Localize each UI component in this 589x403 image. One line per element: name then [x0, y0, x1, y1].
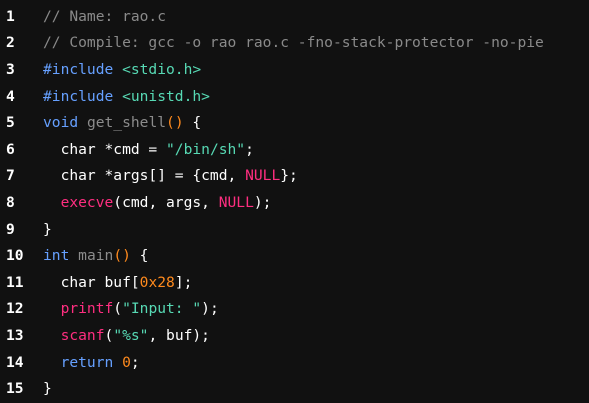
line-number: 13	[6, 326, 24, 344]
line-number: 6	[6, 140, 15, 158]
line-content: return 0;	[32, 354, 589, 371]
code-line[interactable]: 14 return 0;	[0, 349, 589, 376]
line-number: 12	[6, 300, 24, 318]
code-line[interactable]: 11 char buf[0x28];	[0, 269, 589, 296]
code-token-plain: (	[113, 300, 123, 318]
line-number: 14	[6, 353, 24, 371]
code-line[interactable]: 12 printf("Input: ");	[0, 296, 589, 323]
code-token-paren: ()	[113, 247, 131, 265]
code-token-number: 0x28	[139, 273, 175, 291]
code-token-plain: (cmd, args,	[113, 193, 219, 211]
code-token-plain: char buf[	[43, 273, 140, 291]
line-content: void get_shell() {	[32, 114, 589, 131]
code-token-plain: }	[43, 380, 52, 398]
line-content: #include <stdio.h>	[32, 61, 589, 78]
code-line[interactable]: 5 void get_shell() {	[0, 109, 589, 136]
code-line[interactable]: 7 char *args[] = {cmd, NULL};	[0, 163, 589, 190]
code-token-call: printf	[60, 300, 114, 318]
code-token-null: NULL	[218, 193, 254, 211]
code-token-plain: );	[253, 193, 272, 211]
code-token-keyword: return	[60, 353, 114, 371]
code-token-plain: , buf);	[148, 326, 210, 344]
code-line[interactable]: 15}	[0, 375, 589, 402]
line-number: 3	[6, 60, 15, 78]
code-token-string: "Input: "	[122, 300, 202, 318]
code-token-comment: // Compile: gcc -o rao rao.c -fno-stack-…	[43, 34, 544, 52]
code-token-include: <unistd.h>	[122, 87, 210, 105]
line-content: char buf[0x28];	[32, 274, 589, 291]
code-token-keyword: void	[43, 114, 79, 132]
line-content: }	[32, 380, 589, 397]
line-number: 7	[6, 167, 15, 185]
code-token-null: NULL	[245, 167, 281, 185]
code-token-plain: ];	[174, 273, 193, 291]
code-token-paren: ()	[166, 114, 184, 132]
line-content: char *args[] = {cmd, NULL};	[32, 167, 589, 184]
line-content: char *cmd = "/bin/sh";	[32, 141, 589, 158]
code-token-call: execve	[60, 193, 114, 211]
code-token-plain: };	[280, 167, 298, 185]
code-token-plain: char *cmd =	[43, 140, 167, 158]
line-content: int main() {	[32, 247, 589, 264]
line-content: scanf("%s", buf);	[32, 327, 589, 344]
code-token-plain: char *args[] = {cmd,	[43, 167, 246, 185]
line-number: 1	[6, 7, 15, 25]
code-token-keyword: int	[43, 247, 70, 265]
code-editor[interactable]: 1 // Name: rao.c 2 // Compile: gcc -o rao r…	[0, 0, 589, 403]
code-line[interactable]: 4 #include <unistd.h>	[0, 83, 589, 110]
line-number: 2	[6, 34, 15, 52]
code-token-number: 0	[122, 353, 131, 371]
line-number: 9	[6, 220, 15, 238]
line-number: 4	[6, 87, 15, 105]
code-token-include: <stdio.h>	[122, 60, 202, 78]
code-token-preproc: #include	[43, 60, 123, 78]
code-token-string: "%s"	[113, 326, 149, 344]
line-number: 15	[6, 380, 24, 398]
code-line[interactable]: 10 int main() {	[0, 242, 589, 269]
code-token-comment: // Name: rao.c	[43, 7, 167, 25]
code-token-plain: (	[104, 326, 114, 344]
code-token-preproc: #include	[43, 87, 123, 105]
code-lines: 1 // Name: rao.c 2 // Compile: gcc -o rao r…	[0, 3, 589, 402]
line-number: 8	[6, 193, 15, 211]
code-token-plain: {	[130, 247, 149, 265]
code-token-plain: ;	[130, 353, 140, 371]
code-token-func: get_shell	[86, 114, 167, 132]
line-content: // Compile: gcc -o rao rao.c -fno-stack-…	[32, 34, 589, 51]
line-number: 10	[6, 247, 24, 265]
code-line[interactable]: 8 execve(cmd, args, NULL);	[0, 189, 589, 216]
code-line[interactable]: 6 char *cmd = "/bin/sh";	[0, 136, 589, 163]
code-token-call: scanf	[60, 326, 105, 344]
code-line[interactable]: 9}	[0, 216, 589, 243]
line-content: execve(cmd, args, NULL);	[32, 194, 589, 211]
line-content: // Name: rao.c	[32, 8, 589, 25]
code-token-string: "/bin/sh"	[166, 140, 246, 158]
code-line[interactable]: 13 scanf("%s", buf);	[0, 322, 589, 349]
code-token-plain: {	[183, 114, 202, 132]
line-content: printf("Input: ");	[32, 300, 589, 317]
code-token-plain: ;	[245, 140, 254, 158]
line-number: 11	[6, 273, 24, 291]
line-content: }	[32, 221, 589, 238]
code-token-plain: }	[43, 220, 52, 238]
line-number: 5	[6, 114, 15, 132]
code-token-func: main	[78, 247, 114, 265]
code-line[interactable]: 3 #include <stdio.h>	[0, 56, 589, 83]
code-line[interactable]: 1 // Name: rao.c	[0, 3, 589, 30]
code-line[interactable]: 2 // Compile: gcc -o rao rao.c -fno-stack…	[0, 30, 589, 57]
code-token-plain: );	[201, 300, 219, 318]
line-content: #include <unistd.h>	[32, 88, 589, 105]
